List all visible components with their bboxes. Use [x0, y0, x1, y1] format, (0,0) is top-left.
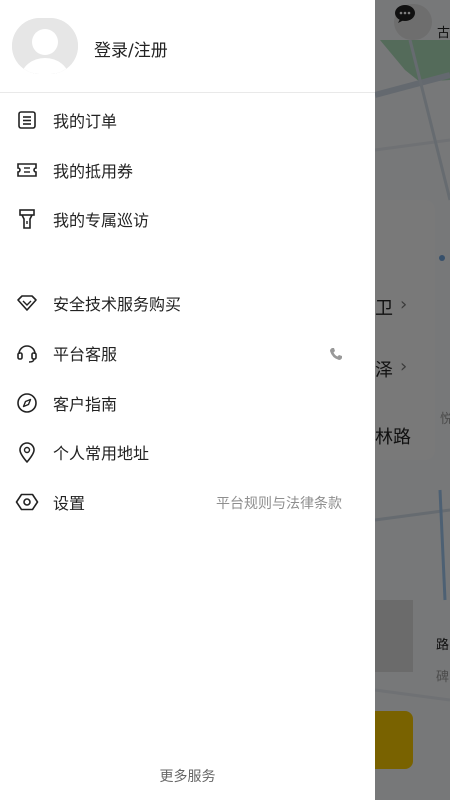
policy-link[interactable]: 平台规则与法律条款	[216, 493, 342, 513]
more-services-link[interactable]: 更多服务	[0, 766, 375, 786]
compass-icon	[15, 391, 39, 415]
menu-item-label: 我的抵用券	[53, 162, 134, 181]
headset-icon	[15, 341, 39, 365]
diamond-icon	[15, 291, 39, 315]
menu-item-label: 客户指南	[53, 395, 118, 414]
phone-icon[interactable]	[329, 346, 343, 360]
avatar[interactable]	[12, 18, 78, 74]
menu-item-label: 设置	[53, 494, 86, 513]
menu-item-safety-purchase[interactable]: 安全技术服务购买	[0, 281, 375, 325]
divider	[0, 92, 375, 93]
user-avatar-icon	[12, 18, 78, 74]
eye-settings-icon	[15, 490, 39, 514]
menu-item-orders[interactable]: 我的订单	[0, 98, 375, 142]
location-pin-icon	[15, 440, 39, 464]
menu-item-guide[interactable]: 客户指南	[0, 381, 375, 425]
profile-header[interactable]: 登录/注册	[0, 0, 375, 92]
coupon-icon	[15, 158, 39, 182]
menu-item-label: 我的专属巡访	[53, 211, 150, 230]
menu-item-label: 平台客服	[53, 345, 118, 364]
menu-item-patrol[interactable]: 我的专属巡访	[0, 197, 375, 241]
menu-item-label: 我的订单	[53, 112, 118, 131]
order-list-icon	[15, 108, 39, 132]
menu-item-label: 个人常用地址	[53, 444, 150, 463]
flashlight-icon	[15, 207, 39, 231]
login-register-link[interactable]: 登录/注册	[94, 36, 168, 61]
menu-item-label: 安全技术服务购买	[53, 295, 182, 314]
menu-item-coupons[interactable]: 我的抵用券	[0, 148, 375, 192]
menu-item-addresses[interactable]: 个人常用地址	[0, 430, 375, 474]
side-drawer: 登录/注册 我的订单 我的抵用券 我的专属巡访 安全技术服务购买 平台客服 客户…	[0, 0, 375, 800]
menu-item-customer-service[interactable]: 平台客服	[0, 331, 375, 375]
